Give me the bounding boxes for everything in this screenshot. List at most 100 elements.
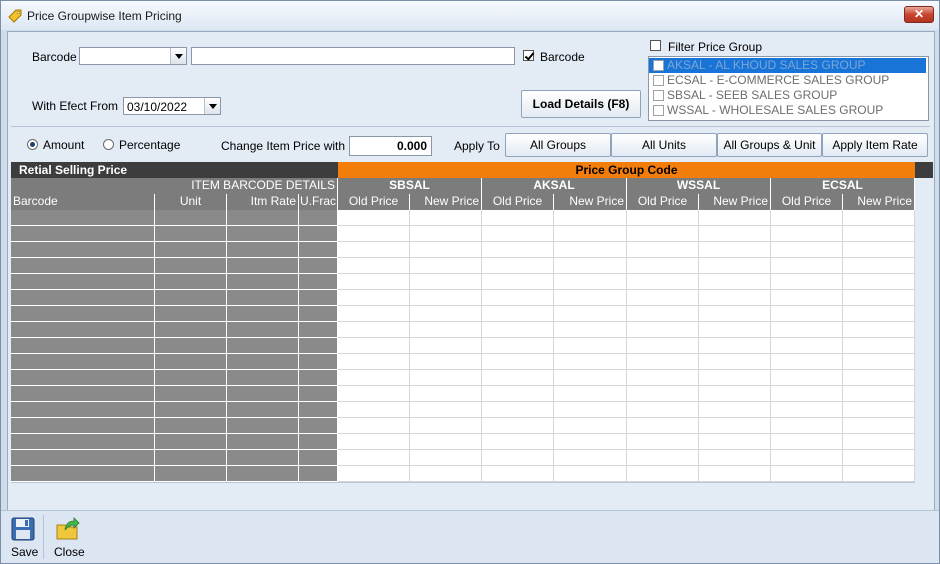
grid-cell[interactable] xyxy=(299,242,338,258)
grid-cell[interactable] xyxy=(11,370,155,386)
grid-cell[interactable] xyxy=(338,258,410,274)
grid-cell[interactable] xyxy=(338,370,410,386)
grid-cell[interactable] xyxy=(843,434,915,450)
grid-cell[interactable] xyxy=(554,322,627,338)
grid-cell[interactable] xyxy=(11,418,155,434)
grid-cell[interactable] xyxy=(155,290,227,306)
grid-cell[interactable] xyxy=(410,386,482,402)
grid-cell[interactable] xyxy=(299,386,338,402)
all-units-button[interactable]: All Units xyxy=(611,133,717,157)
chevron-down-icon[interactable] xyxy=(170,48,186,64)
grid-cell[interactable] xyxy=(338,434,410,450)
grid-cell[interactable] xyxy=(338,450,410,466)
grid-cell[interactable] xyxy=(227,450,299,466)
grid-cell[interactable] xyxy=(699,242,771,258)
grid-cell[interactable] xyxy=(227,258,299,274)
grid-cell[interactable] xyxy=(410,354,482,370)
grid-cell[interactable] xyxy=(482,226,554,242)
grid-cell[interactable] xyxy=(699,338,771,354)
grid-cell[interactable] xyxy=(843,386,915,402)
chevron-down-icon[interactable] xyxy=(204,98,220,114)
filter-price-group-checkbox[interactable] xyxy=(650,40,661,51)
column-header-unit[interactable]: Unit xyxy=(155,194,227,210)
grid-cell[interactable] xyxy=(482,258,554,274)
grid-cell[interactable] xyxy=(843,226,915,242)
grid-cell[interactable] xyxy=(554,370,627,386)
grid-cell[interactable] xyxy=(227,242,299,258)
grid-cell[interactable] xyxy=(299,354,338,370)
grid-cell[interactable] xyxy=(771,210,843,226)
grid-cell[interactable] xyxy=(299,370,338,386)
grid-cell[interactable] xyxy=(11,210,155,226)
column-header-ecsal-new-price[interactable]: New Price xyxy=(843,194,915,210)
all-groups-and-unit-button[interactable]: All Groups & Unit xyxy=(717,133,822,157)
grid-cell[interactable] xyxy=(11,274,155,290)
grid-cell[interactable] xyxy=(699,274,771,290)
grid-cell[interactable] xyxy=(699,386,771,402)
grid-cell[interactable] xyxy=(338,322,410,338)
grid-cell[interactable] xyxy=(155,466,227,482)
grid-cell[interactable] xyxy=(843,418,915,434)
grid-cell[interactable] xyxy=(554,258,627,274)
close-button[interactable]: Close xyxy=(47,511,89,563)
price-group-item-sbsal[interactable]: SBSAL - SEEB SALES GROUP xyxy=(649,88,926,103)
grid-cell[interactable] xyxy=(410,338,482,354)
grid-cell[interactable] xyxy=(299,210,338,226)
grid-cell[interactable] xyxy=(627,258,699,274)
percentage-radio[interactable] xyxy=(103,139,114,150)
grid-cell[interactable] xyxy=(771,402,843,418)
save-button[interactable]: Save xyxy=(3,511,41,563)
grid-cell[interactable] xyxy=(338,354,410,370)
price-group-list[interactable]: AKSAL - AL KHOUD SALES GROUP ECSAL - E-C… xyxy=(648,56,929,121)
grid-cell[interactable] xyxy=(227,402,299,418)
grid-cell[interactable] xyxy=(482,370,554,386)
grid-cell[interactable] xyxy=(843,322,915,338)
grid-cell[interactable] xyxy=(554,306,627,322)
grid-cell[interactable] xyxy=(627,242,699,258)
grid-cell[interactable] xyxy=(227,418,299,434)
grid-cell[interactable] xyxy=(482,434,554,450)
grid-cell[interactable] xyxy=(699,370,771,386)
grid-cell[interactable] xyxy=(482,322,554,338)
grid-cell[interactable] xyxy=(554,402,627,418)
grid-cell[interactable] xyxy=(11,466,155,482)
grid-cell[interactable] xyxy=(155,434,227,450)
grid-cell[interactable] xyxy=(155,210,227,226)
grid-cell[interactable] xyxy=(155,242,227,258)
grid-cell[interactable] xyxy=(227,290,299,306)
grid-cell[interactable] xyxy=(699,466,771,482)
window-close-button[interactable]: ✕ xyxy=(904,6,934,23)
grid-cell[interactable] xyxy=(482,210,554,226)
grid-cell[interactable] xyxy=(771,322,843,338)
all-groups-button[interactable]: All Groups xyxy=(505,133,611,157)
grid-cell[interactable] xyxy=(338,466,410,482)
grid-cell[interactable] xyxy=(699,258,771,274)
column-header-barcode[interactable]: Barcode xyxy=(11,194,155,210)
grid-cell[interactable] xyxy=(771,338,843,354)
grid-cell[interactable] xyxy=(554,242,627,258)
grid-cell[interactable] xyxy=(771,242,843,258)
grid-cell[interactable] xyxy=(338,386,410,402)
grid-cell[interactable] xyxy=(227,210,299,226)
barcode-combo[interactable] xyxy=(79,47,187,65)
grid-cell[interactable] xyxy=(227,466,299,482)
grid-cell[interactable] xyxy=(410,226,482,242)
grid-cell[interactable] xyxy=(11,386,155,402)
grid-cell[interactable] xyxy=(11,306,155,322)
grid-cell[interactable] xyxy=(227,386,299,402)
grid-cell[interactable] xyxy=(227,370,299,386)
grid-cell[interactable] xyxy=(843,354,915,370)
grid-cell[interactable] xyxy=(338,402,410,418)
grid-cell[interactable] xyxy=(299,402,338,418)
grid-cell[interactable] xyxy=(227,226,299,242)
grid-cell[interactable] xyxy=(155,338,227,354)
grid-cell[interactable] xyxy=(627,402,699,418)
grid-cell[interactable] xyxy=(627,354,699,370)
grid-cell[interactable] xyxy=(771,370,843,386)
grid-cell[interactable] xyxy=(699,322,771,338)
grid-cell[interactable] xyxy=(410,258,482,274)
grid-cell[interactable] xyxy=(482,274,554,290)
grid-cell[interactable] xyxy=(410,466,482,482)
grid-cell[interactable] xyxy=(11,226,155,242)
grid-cell[interactable] xyxy=(627,226,699,242)
